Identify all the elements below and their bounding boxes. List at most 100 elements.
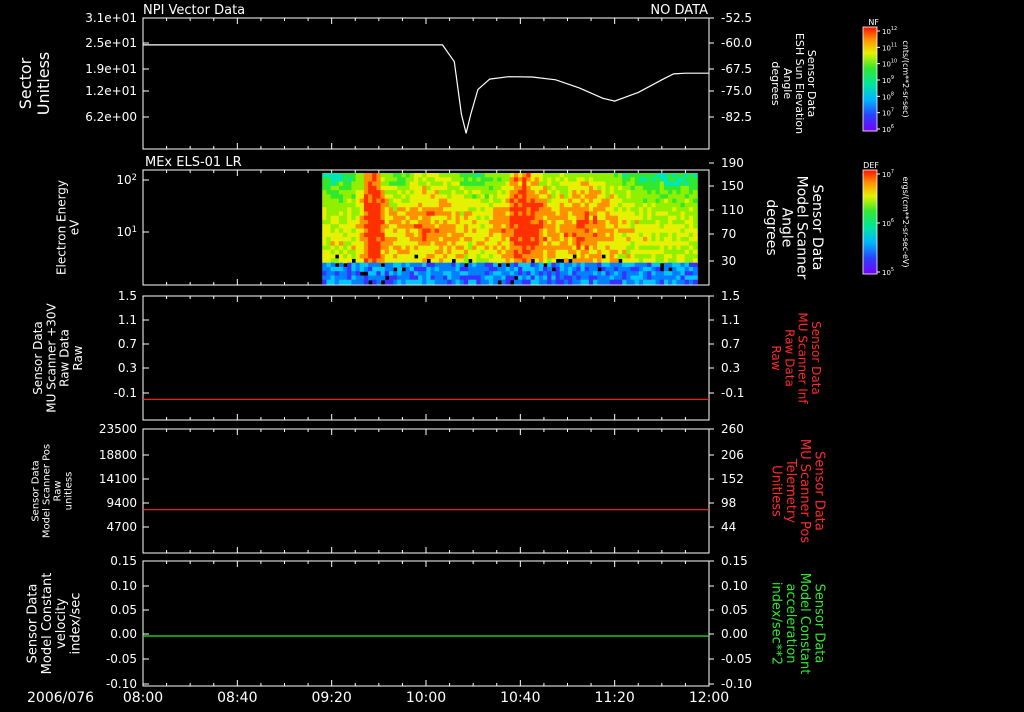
- spectrogram-cell: [368, 237, 373, 242]
- spectrogram-cell: [509, 173, 515, 178]
- spectrogram-cell: [626, 279, 632, 285]
- spectrogram-cell: [409, 224, 415, 230]
- spectrogram-cell: [663, 245, 669, 251]
- spectrogram-cell: [463, 215, 469, 221]
- spectrogram-cell: [484, 220, 490, 225]
- spectrogram-cell: [438, 228, 444, 234]
- spectrogram-cell: [572, 271, 577, 277]
- spectrogram-cell: [434, 207, 440, 213]
- spectrogram-cell: [568, 279, 573, 285]
- spectrogram-cell: [472, 228, 477, 234]
- spectrogram-cell: [451, 190, 457, 195]
- right-axis-label-line: acceleration: [783, 583, 798, 663]
- spectrogram-cell: [476, 228, 482, 234]
- spectrogram-cell: [551, 275, 557, 281]
- spectrogram-cell: [343, 220, 348, 225]
- spectrogram-cell: [576, 266, 582, 272]
- left-tick-label: 3.1e+01: [85, 11, 137, 25]
- spectrogram-cell: [359, 254, 365, 259]
- spectrogram-cell: [584, 249, 590, 255]
- spectrogram-cell: [322, 211, 327, 217]
- spectrogram-cell: [384, 266, 390, 272]
- spectrogram-cell: [518, 198, 523, 204]
- spectrogram-cell: [418, 279, 423, 285]
- spectrogram-cell: [480, 215, 486, 221]
- spectrogram-cell: [638, 241, 644, 247]
- spectrogram-cell: [472, 198, 477, 204]
- spectrogram-cell: [551, 190, 557, 195]
- spectrogram-cell: [622, 190, 627, 195]
- spectrogram-cell: [630, 185, 636, 191]
- spectrogram-cell: [580, 190, 586, 195]
- spectrogram-cell: [409, 232, 415, 238]
- spectrogram-cell: [518, 237, 523, 242]
- right-tick-label: 1.1: [721, 313, 740, 327]
- spectrogram-cell: [630, 262, 636, 268]
- spectrogram-cell: [488, 237, 494, 242]
- spectrogram-cell: [630, 279, 636, 285]
- spectrogram-cell: [505, 173, 511, 178]
- spectrogram-cell: [659, 228, 665, 234]
- spectrogram-cell: [634, 194, 640, 200]
- spectrogram-cell: [426, 185, 432, 191]
- left-axis-label-line: Raw: [71, 345, 85, 370]
- spectrogram-cell: [634, 271, 640, 277]
- spectrogram-cell: [397, 215, 402, 221]
- right-axis-label-line: Sensor Data: [809, 185, 825, 271]
- spectrogram-cell: [676, 215, 682, 221]
- spectrogram-cell: [576, 211, 582, 217]
- spectrogram-cell: [438, 254, 444, 259]
- spectrogram-cell: [418, 245, 423, 251]
- spectrogram-cell: [643, 194, 648, 200]
- right-tick-label: 0.10: [721, 579, 748, 593]
- spectrogram-cell: [676, 245, 682, 251]
- spectrogram-cell: [501, 194, 507, 200]
- spectrogram-cell: [363, 232, 369, 238]
- spectrogram-cell: [326, 173, 332, 178]
- spectrogram-cell: [497, 237, 502, 242]
- spectrogram-cell: [601, 185, 607, 191]
- spectrogram-cell: [480, 194, 486, 200]
- right-tick-label: -52.5: [721, 11, 752, 25]
- spectrogram-cell: [409, 190, 415, 195]
- spectrogram-cell: [626, 237, 632, 242]
- spectrogram-cell: [597, 262, 602, 268]
- spectrogram-cell: [438, 215, 444, 221]
- spectrogram-cell: [630, 249, 636, 255]
- spectrogram-cell: [376, 249, 382, 255]
- spectrogram-cell: [576, 228, 582, 234]
- spectrogram-cell: [509, 249, 515, 255]
- spectrogram-cell: [380, 211, 386, 217]
- spectrogram-cell: [530, 220, 536, 225]
- spectrogram-cell: [418, 271, 423, 277]
- spectrogram-cell: [322, 254, 327, 259]
- spectrogram-cell: [368, 275, 373, 281]
- spectrogram-cell: [451, 266, 457, 272]
- spectrogram-cell: [388, 271, 394, 277]
- spectrogram-cell: [501, 266, 507, 272]
- spectrogram-cell: [380, 245, 386, 251]
- spectrogram-cell: [484, 275, 490, 281]
- spectrogram-cell: [413, 279, 419, 285]
- spectrogram-cell: [693, 211, 698, 217]
- spectrogram-cell: [659, 232, 665, 238]
- spectrogram-cell: [434, 241, 440, 247]
- spectrogram-cell: [376, 237, 382, 242]
- spectrogram-cell: [343, 232, 348, 238]
- spectrogram-cell: [601, 266, 607, 272]
- spectrogram-cell: [347, 215, 352, 221]
- spectrogram-cell: [413, 211, 419, 217]
- spectrogram-cell: [659, 258, 665, 264]
- spectrogram-cell: [668, 228, 673, 234]
- spectrogram-cell: [359, 266, 365, 272]
- spectrogram-cell: [547, 190, 552, 195]
- spectrogram-cell: [468, 211, 473, 217]
- spectrogram-cell: [655, 237, 661, 242]
- spectrogram-cell: [347, 271, 352, 277]
- spectrogram-cell: [463, 202, 469, 208]
- spectrogram-cell: [409, 241, 415, 247]
- spectrogram-cell: [580, 194, 586, 200]
- spectrogram-cell: [343, 177, 348, 183]
- spectrogram-cell: [426, 275, 432, 281]
- spectrogram-cell: [343, 207, 348, 213]
